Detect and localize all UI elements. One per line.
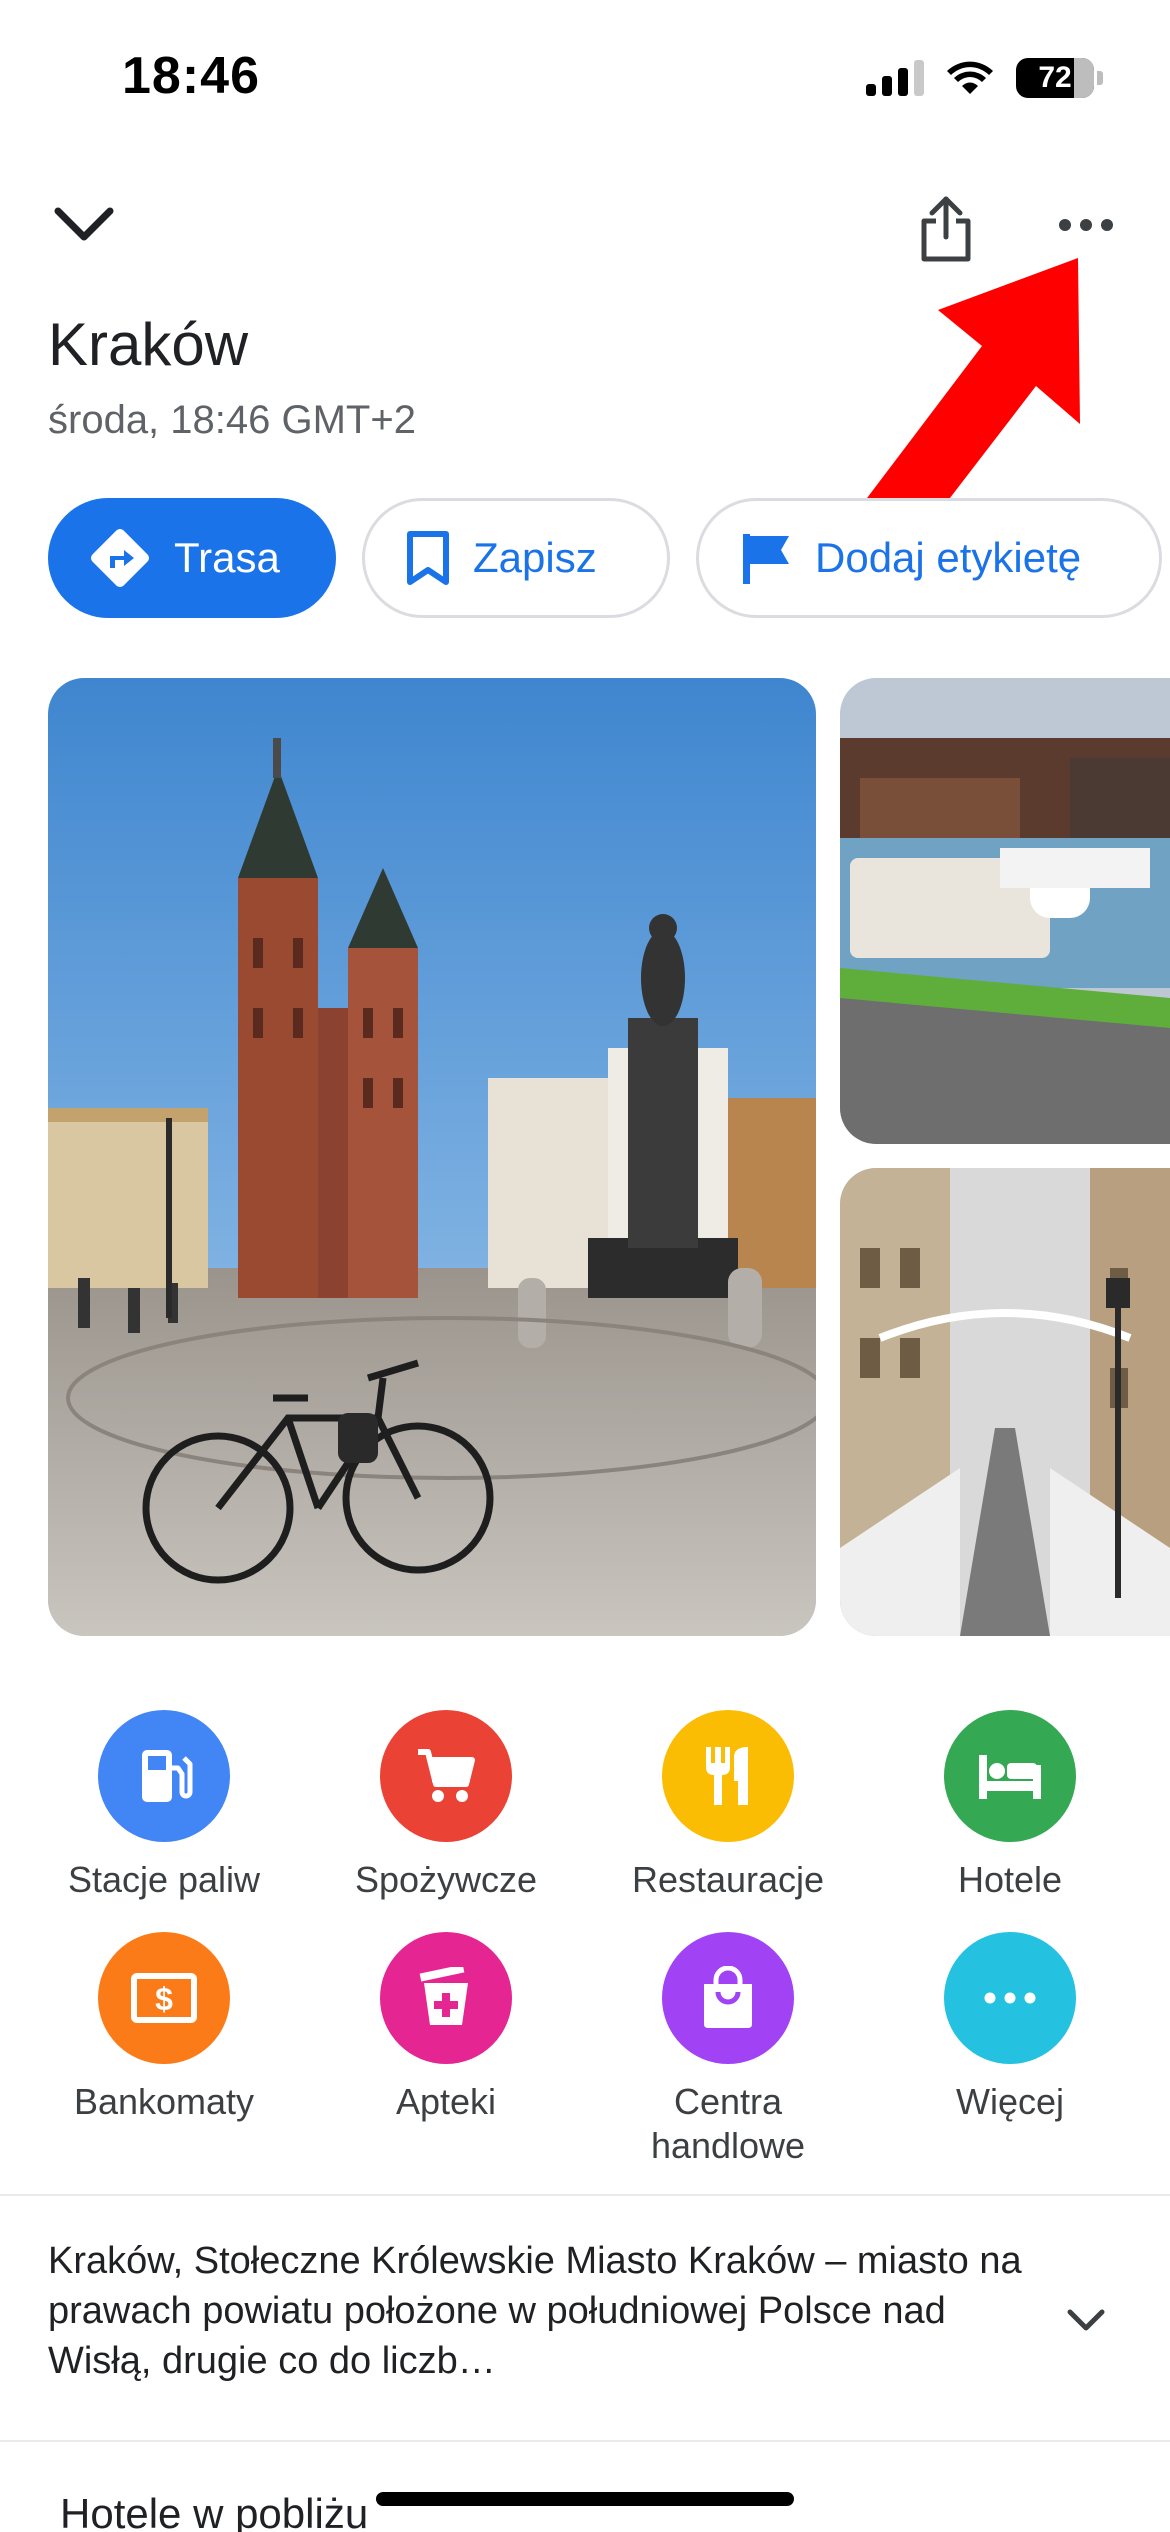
directions-button[interactable]: Trasa [48,498,336,618]
category-more[interactable]: Więcej [869,1932,1151,2124]
add-label-button[interactable]: Dodaj etykietę [696,498,1162,618]
category-label: Restauracje [631,1859,825,1900]
more-horiz-icon [1059,219,1113,231]
status-time: 18:46 [122,47,260,105]
shopping-cart-icon [380,1710,512,1842]
shopping-bag-icon [662,1932,794,2064]
flag-icon [743,534,789,584]
battery-icon: 72 [1016,58,1103,98]
category-label: Więcej [955,2081,1065,2122]
svg-text:$: $ [155,1981,173,2017]
cellular-signal-icon [866,60,924,96]
chevron-down-icon [1067,2309,1105,2331]
category-shopping-centers[interactable]: Centra handlowe [587,1932,869,2168]
place-subtitle: środa, 18:46 GMT+2 [48,398,416,442]
nearby-hotels-heading: Hotele w pobliżu [60,2490,369,2532]
atm-icon: $ [98,1932,230,2064]
wifi-icon [947,61,993,94]
bed-icon [944,1710,1076,1842]
river-image [840,678,1170,1144]
divider [0,2194,1170,2196]
bookmark-icon [407,531,449,585]
street-photo[interactable] [840,1168,1170,1636]
directions-icon [90,528,150,588]
place-description[interactable]: Kraków, Stołeczne Królewskie Miasto Krak… [48,2236,1038,2386]
place-title: Kraków [48,311,249,378]
market-square-image [48,678,816,1636]
category-label: Spożywcze [354,1859,538,1900]
chevron-down-icon [54,207,114,241]
more-icon [944,1932,1076,2064]
category-label: Stacje paliw [67,1859,261,1900]
more-options-button[interactable] [1046,198,1126,252]
share-button[interactable] [906,188,986,268]
main-photo[interactable] [48,678,816,1636]
winter-street-image [840,1168,1170,1636]
category-groceries[interactable]: Spożywcze [305,1710,587,1902]
river-photo[interactable] [840,678,1170,1144]
category-atms[interactable]: $ Bankomaty [23,1932,305,2124]
category-gas-stations[interactable]: Stacje paliw [23,1710,305,1902]
category-label: Centra handlowe [650,2081,806,2166]
status-icons: 72 [866,56,1103,100]
category-restaurants[interactable]: Restauracje [587,1710,869,1902]
battery-level: 72 [1038,61,1072,94]
save-button[interactable]: Zapisz [362,498,670,618]
action-chips: Trasa Zapisz Dodaj etykietę [48,498,1162,618]
restaurant-icon [662,1710,794,1842]
category-label: Hotele [957,1859,1063,1900]
save-label: Zapisz [473,534,597,581]
add-label-label: Dodaj etykietę [815,534,1082,581]
home-indicator[interactable] [376,2492,794,2506]
expand-description-button[interactable] [1056,2290,1116,2350]
category-label: Apteki [395,2081,497,2122]
category-label: Bankomaty [73,2081,255,2122]
directions-label: Trasa [174,534,280,581]
collapse-button[interactable] [44,190,124,260]
share-icon [921,196,971,262]
gas-station-icon [98,1710,230,1842]
category-pharmacies[interactable]: Apteki [305,1932,587,2124]
divider [0,2440,1170,2442]
category-hotels[interactable]: Hotele [869,1710,1151,1902]
pharmacy-icon [380,1932,512,2064]
